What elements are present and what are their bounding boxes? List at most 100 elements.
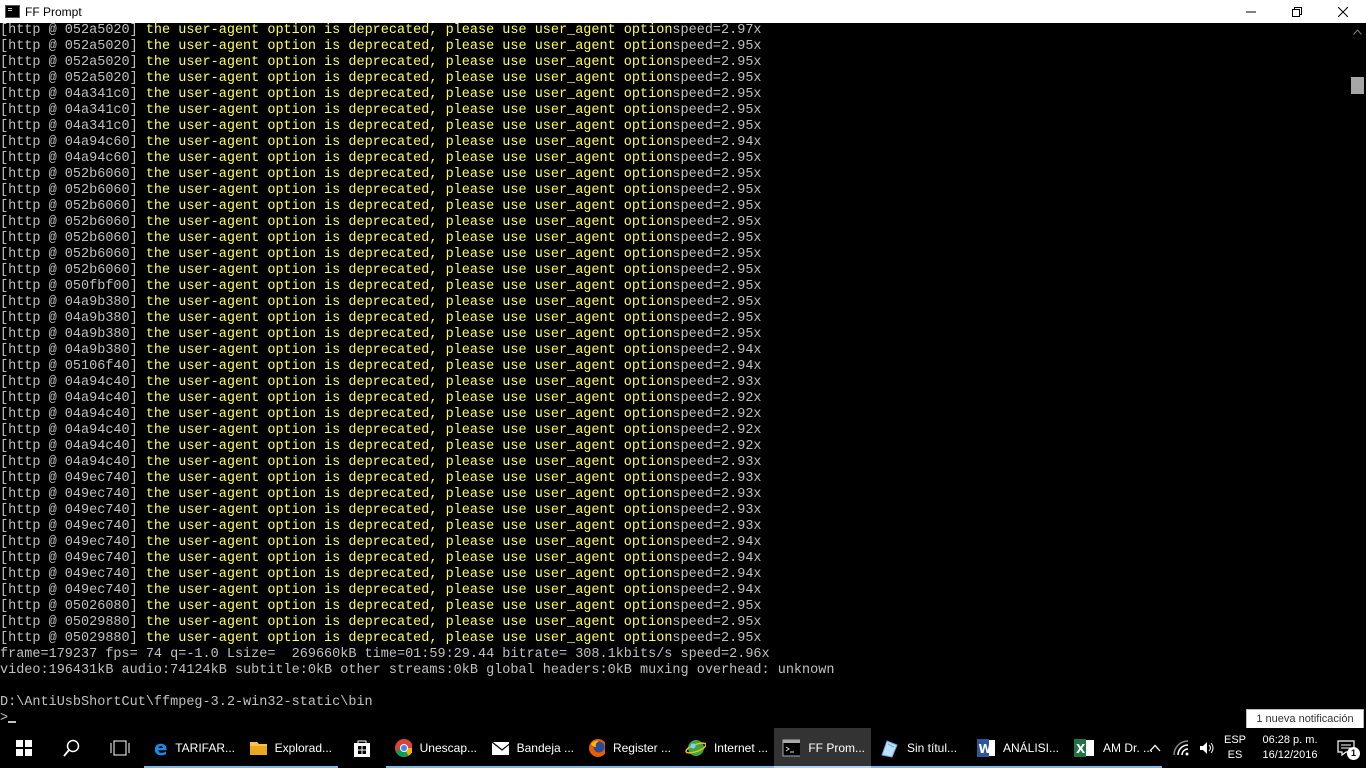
- log-line: [http @ 052b6060] the user-agent option …: [0, 263, 1349, 279]
- log-line: [http @ 04a94c60] the user-agent option …: [0, 151, 1349, 167]
- log-speed: speed=2.93x: [672, 503, 762, 518]
- log-address: [http @ 052b6060]: [0, 167, 146, 182]
- search-icon: [63, 739, 80, 757]
- log-speed: speed=2.95x: [672, 311, 762, 326]
- scrollbar-thumb[interactable]: [1351, 77, 1364, 94]
- task-view-button[interactable]: [96, 728, 144, 768]
- svg-text:X: X: [1076, 742, 1086, 756]
- internet-icon: [685, 740, 706, 756]
- log-line: [http @ 04a341c0] the user-agent option …: [0, 103, 1349, 119]
- restore-button[interactable]: [1274, 0, 1320, 23]
- log-speed: speed=2.94x: [672, 359, 762, 374]
- log-address: [http @ 05029880]: [0, 615, 146, 630]
- title-bar[interactable]: FF Prompt: [0, 0, 1366, 23]
- clock[interactable]: 06:28 p. m. 16/12/2016: [1254, 733, 1326, 763]
- log-message: the user-agent option is deprecated, ple…: [145, 87, 673, 102]
- taskbar-app-paint[interactable]: Sin títul...: [871, 728, 968, 768]
- summary-line-streams: video:196431kB audio:74124kB subtitle:0k…: [0, 663, 835, 678]
- log-line: [http @ 052b6060] the user-agent option …: [0, 247, 1349, 263]
- search-button[interactable]: [48, 728, 96, 768]
- taskbar: e TARIFAR... Explorad... Unescap... Band…: [0, 728, 1366, 768]
- taskbar-app-internet[interactable]: Internet ...: [677, 728, 774, 768]
- log-line: [http @ 049ec740] the user-agent option …: [0, 535, 1349, 551]
- log-address: [http @ 052b6060]: [0, 247, 146, 262]
- speaker-icon: [1200, 742, 1214, 754]
- window-title: FF Prompt: [25, 4, 82, 19]
- taskbar-app-explorer[interactable]: Explorad...: [241, 728, 338, 768]
- log-speed: speed=2.92x: [672, 439, 762, 454]
- log-address: [http @ 05029880]: [0, 631, 146, 646]
- log-message: the user-agent option is deprecated, ple…: [145, 535, 673, 550]
- language-code: ESP: [1223, 734, 1246, 746]
- log-line: [http @ 052b6060] the user-agent option …: [0, 167, 1349, 183]
- console-output[interactable]: [http @ 052a5020] the user-agent option …: [0, 23, 1349, 728]
- vertical-scrollbar[interactable]: [1349, 23, 1366, 728]
- minimize-button[interactable]: [1228, 0, 1274, 23]
- notification-tooltip: 1 nueva notificación: [1246, 709, 1364, 729]
- wifi-icon: [1173, 740, 1189, 756]
- taskbar-app-firefox[interactable]: Register ...: [580, 728, 677, 768]
- log-speed: speed=2.95x: [672, 327, 762, 342]
- log-address: [http @ 04a9b380]: [0, 311, 146, 326]
- log-line: [http @ 04a94c60] the user-agent option …: [0, 135, 1349, 151]
- log-address: [http @ 052a5020]: [0, 55, 146, 70]
- log-speed: speed=2.94x: [672, 583, 762, 598]
- window-controls: [1228, 0, 1366, 23]
- taskbar-app-chrome[interactable]: Unescap...: [386, 728, 483, 768]
- log-address: [http @ 04a341c0]: [0, 119, 146, 134]
- volume-button[interactable]: [1194, 741, 1220, 755]
- close-button[interactable]: [1320, 0, 1366, 23]
- log-speed: speed=2.95x: [672, 247, 762, 262]
- language-button[interactable]: ESP ES: [1220, 733, 1250, 763]
- log-message: the user-agent option is deprecated, ple…: [145, 327, 673, 342]
- log-speed: speed=2.94x: [672, 551, 762, 566]
- log-speed: speed=2.95x: [672, 199, 762, 214]
- task-view-icon: [110, 740, 130, 756]
- chevron-up-icon: [1353, 28, 1362, 35]
- log-line: [http @ 04a9b380] the user-agent option …: [0, 327, 1349, 343]
- log-line: [http @ 04a341c0] the user-agent option …: [0, 87, 1349, 103]
- taskbar-app-word[interactable]: W ANÁLISI...: [968, 728, 1065, 768]
- log-speed: speed=2.95x: [672, 71, 762, 86]
- log-line: [http @ 049ec740] the user-agent option …: [0, 519, 1349, 535]
- network-button[interactable]: [1168, 740, 1194, 756]
- log-line: [http @ 052a5020] the user-agent option …: [0, 55, 1349, 71]
- start-button[interactable]: [0, 728, 48, 768]
- log-message: the user-agent option is deprecated, ple…: [145, 391, 673, 406]
- log-message: the user-agent option is deprecated, ple…: [145, 263, 673, 278]
- log-speed: speed=2.95x: [672, 295, 762, 310]
- log-speed: speed=2.94x: [672, 535, 762, 550]
- log-speed: speed=2.95x: [672, 55, 762, 70]
- taskbar-app-mail[interactable]: Bandeja ...: [483, 728, 580, 768]
- log-message: the user-agent option is deprecated, ple…: [145, 407, 673, 422]
- prompt-symbol: >: [0, 711, 9, 726]
- log-message: the user-agent option is deprecated, ple…: [145, 167, 673, 182]
- command-line[interactable]: >: [0, 711, 1349, 727]
- log-speed: speed=2.93x: [672, 455, 762, 470]
- log-speed: speed=2.92x: [672, 391, 762, 406]
- restore-icon: [1292, 6, 1302, 17]
- log-line: [http @ 049ec740] the user-agent option …: [0, 487, 1349, 503]
- paint-icon: [881, 740, 898, 758]
- console-app-icon: [5, 5, 20, 18]
- taskbar-app-store[interactable]: [338, 728, 386, 768]
- log-line: [http @ 052b6060] the user-agent option …: [0, 199, 1349, 215]
- show-hidden-icons-button[interactable]: [1142, 744, 1168, 752]
- log-address: [http @ 052b6060]: [0, 199, 146, 214]
- log-speed: speed=2.95x: [672, 183, 762, 198]
- log-speed: speed=2.95x: [672, 119, 762, 134]
- scroll-up-button[interactable]: [1349, 23, 1366, 40]
- log-message: the user-agent option is deprecated, ple…: [145, 151, 673, 166]
- taskbar-app-ff-prompt[interactable]: FF Prom...: [774, 728, 871, 768]
- log-speed: speed=2.95x: [672, 263, 762, 278]
- log-address: [http @ 052b6060]: [0, 263, 146, 278]
- log-speed: speed=2.95x: [672, 87, 762, 102]
- log-address: [http @ 050fbf00]: [0, 279, 146, 294]
- log-message: the user-agent option is deprecated, ple…: [145, 103, 673, 118]
- log-message: the user-agent option is deprecated, ple…: [145, 119, 673, 134]
- taskbar-app-edge[interactable]: e TARIFAR...: [144, 728, 241, 768]
- log-line: [http @ 04a94c40] the user-agent option …: [0, 407, 1349, 423]
- action-center-button[interactable]: 1: [1326, 728, 1366, 768]
- log-speed: speed=2.95x: [672, 215, 762, 230]
- svg-text:e: e: [154, 738, 167, 758]
